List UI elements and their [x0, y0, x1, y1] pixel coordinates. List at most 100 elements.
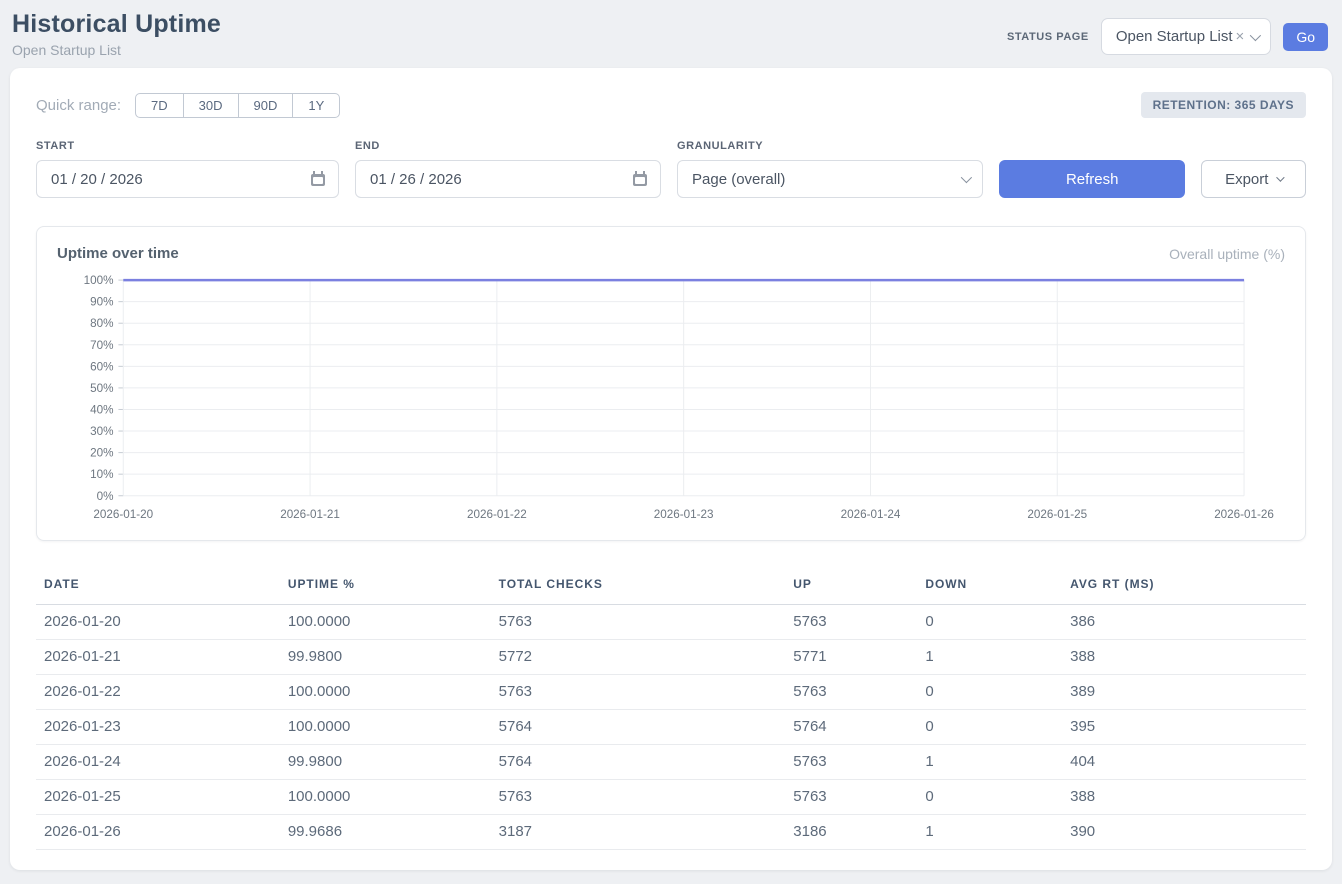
date-cell: 2026-01-23: [36, 710, 280, 745]
table-row: 2026-01-2499.9800576457631404: [36, 745, 1306, 780]
granularity-label: GRANULARITY: [677, 140, 983, 152]
start-date-value: 01 / 20 / 2026: [51, 171, 143, 188]
table-row: 2026-01-20100.0000576357630386: [36, 605, 1306, 640]
down-cell: 1: [917, 640, 1062, 675]
page-title-block: Historical Uptime Open Startup List: [12, 10, 221, 58]
table-header-row: DATEUPTIME %TOTAL CHECKSUPDOWNAVG RT (MS…: [36, 567, 1306, 605]
granularity-selected-value: Page (overall): [692, 171, 785, 188]
total-checks-cell: 5763: [491, 675, 786, 710]
chevron-down-icon: [1277, 173, 1285, 181]
column-header-up: UP: [785, 567, 917, 605]
uptime-cell: 99.9800: [280, 640, 491, 675]
status-page-selected-value: Open Startup List: [1116, 28, 1233, 45]
calendar-icon[interactable]: [633, 174, 647, 186]
table-row: 2026-01-23100.0000576457640395: [36, 710, 1306, 745]
y-axis-label: 40%: [90, 402, 114, 416]
table-row: 2026-01-25100.0000576357630388: [36, 780, 1306, 815]
column-header-down: DOWN: [917, 567, 1062, 605]
total-checks-cell: 5763: [491, 780, 786, 815]
y-axis-label: 100%: [84, 273, 114, 287]
header-controls: STATUS PAGE Open Startup List × Go: [1007, 18, 1328, 55]
calendar-icon[interactable]: [311, 174, 325, 186]
refresh-button[interactable]: Refresh: [999, 160, 1185, 198]
column-header-total-checks: TOTAL CHECKS: [491, 567, 786, 605]
up-cell: 5763: [785, 780, 917, 815]
avg-rt-cell: 388: [1062, 640, 1306, 675]
date-cell: 2026-01-20: [36, 605, 280, 640]
clear-selection-icon[interactable]: ×: [1236, 28, 1245, 45]
uptime-chart-card: Uptime over time Overall uptime (%) 0%10…: [36, 226, 1306, 541]
x-axis-label: 2026-01-24: [841, 507, 901, 521]
status-page-select[interactable]: Open Startup List ×: [1101, 18, 1272, 55]
uptime-cell: 100.0000: [280, 710, 491, 745]
quick-range-30d[interactable]: 30D: [184, 93, 239, 118]
y-axis-label: 20%: [90, 445, 114, 459]
y-axis-label: 80%: [90, 316, 114, 330]
x-axis-label: 2026-01-21: [280, 507, 340, 521]
start-date-field: START 01 / 20 / 2026: [36, 140, 339, 198]
chart-title: Uptime over time: [57, 245, 179, 262]
column-header-date: DATE: [36, 567, 280, 605]
quick-range-buttons: 7D30D90D1Y: [135, 93, 340, 118]
chevron-down-icon: [1250, 29, 1261, 40]
granularity-select[interactable]: Page (overall): [677, 160, 983, 198]
avg-rt-cell: 386: [1062, 605, 1306, 640]
up-cell: 5763: [785, 745, 917, 780]
uptime-cell: 100.0000: [280, 675, 491, 710]
quick-range-label: Quick range:: [36, 97, 121, 114]
date-cell: 2026-01-24: [36, 745, 280, 780]
granularity-field: GRANULARITY Page (overall): [677, 140, 983, 198]
filters-row: START 01 / 20 / 2026 END 01 / 26 / 2026 …: [36, 140, 1306, 198]
y-axis-label: 50%: [90, 381, 114, 395]
date-cell: 2026-01-21: [36, 640, 280, 675]
y-axis-label: 30%: [90, 424, 114, 438]
export-button[interactable]: Export: [1201, 160, 1306, 198]
table-row: 2026-01-22100.0000576357630389: [36, 675, 1306, 710]
down-cell: 0: [917, 710, 1062, 745]
avg-rt-cell: 404: [1062, 745, 1306, 780]
quick-range-90d[interactable]: 90D: [239, 93, 294, 118]
y-axis-label: 10%: [90, 467, 114, 481]
avg-rt-cell: 389: [1062, 675, 1306, 710]
start-date-label: START: [36, 140, 339, 152]
date-cell: 2026-01-25: [36, 780, 280, 815]
quick-range-7d[interactable]: 7D: [135, 93, 184, 118]
go-button[interactable]: Go: [1283, 23, 1328, 51]
x-axis-label: 2026-01-26: [1214, 507, 1274, 521]
uptime-cell: 100.0000: [280, 605, 491, 640]
down-cell: 1: [917, 745, 1062, 780]
total-checks-cell: 5764: [491, 745, 786, 780]
total-checks-cell: 5764: [491, 710, 786, 745]
up-cell: 3186: [785, 815, 917, 850]
page-subtitle: Open Startup List: [12, 42, 221, 58]
total-checks-cell: 3187: [491, 815, 786, 850]
chevron-down-icon: [961, 172, 972, 183]
quick-range-row: Quick range: 7D30D90D1Y RETENTION: 365 D…: [36, 92, 1306, 118]
column-header-uptime: UPTIME %: [280, 567, 491, 605]
retention-badge: RETENTION: 365 DAYS: [1141, 92, 1306, 118]
uptime-cell: 99.9800: [280, 745, 491, 780]
down-cell: 0: [917, 675, 1062, 710]
uptime-table: DATEUPTIME %TOTAL CHECKSUPDOWNAVG RT (MS…: [36, 567, 1306, 850]
down-cell: 0: [917, 780, 1062, 815]
chart-legend: Overall uptime (%): [1169, 246, 1285, 262]
status-page-label: STATUS PAGE: [1007, 31, 1089, 43]
down-cell: 0: [917, 605, 1062, 640]
start-date-input[interactable]: 01 / 20 / 2026: [36, 160, 339, 198]
uptime-cell: 99.9686: [280, 815, 491, 850]
uptime-cell: 100.0000: [280, 780, 491, 815]
page-header: Historical Uptime Open Startup List STAT…: [0, 0, 1342, 68]
quick-range-1y[interactable]: 1Y: [293, 93, 340, 118]
end-date-input[interactable]: 01 / 26 / 2026: [355, 160, 661, 198]
y-axis-label: 90%: [90, 295, 114, 309]
date-cell: 2026-01-22: [36, 675, 280, 710]
uptime-chart-svg: 0%10%20%30%40%50%60%70%80%90%100%2026-01…: [57, 268, 1285, 530]
export-button-label: Export: [1225, 171, 1268, 188]
avg-rt-cell: 390: [1062, 815, 1306, 850]
table-row: 2026-01-2199.9800577257711388: [36, 640, 1306, 675]
up-cell: 5763: [785, 675, 917, 710]
y-axis-label: 70%: [90, 338, 114, 352]
table-row: 2026-01-2699.9686318731861390: [36, 815, 1306, 850]
end-date-value: 01 / 26 / 2026: [370, 171, 462, 188]
end-date-label: END: [355, 140, 661, 152]
